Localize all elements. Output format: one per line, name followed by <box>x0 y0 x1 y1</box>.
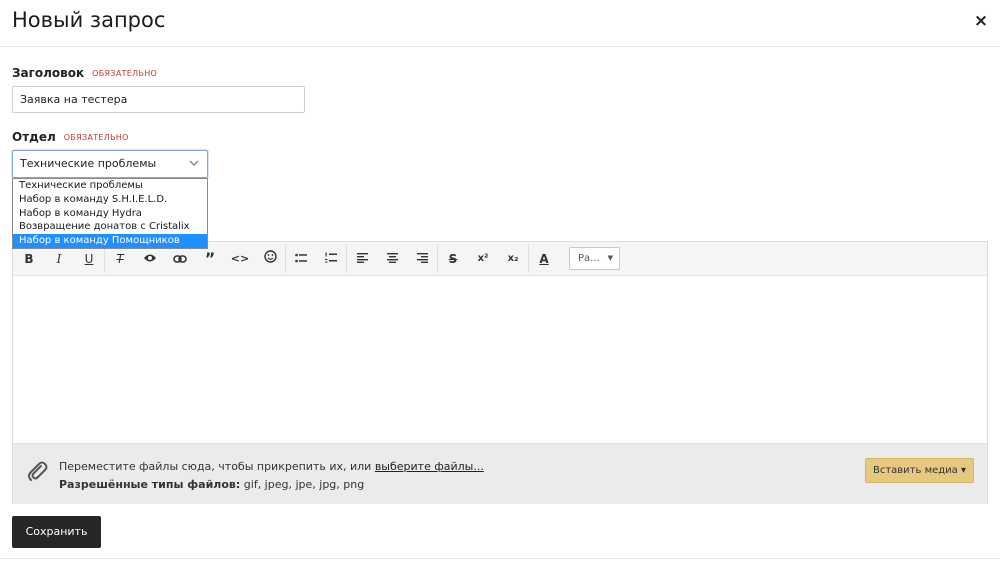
italic-button[interactable]: I <box>48 248 70 270</box>
numbered-list-icon[interactable] <box>320 248 342 270</box>
allowed-types: Разрешённые типы файлов: gif, jpeg, jpe,… <box>59 478 364 491</box>
title-label-text: Заголовок <box>12 66 85 80</box>
align-left-icon[interactable] <box>351 248 373 270</box>
eye-icon[interactable] <box>139 248 161 270</box>
allowed-types-label: Разрешённые типы файлов: <box>59 478 241 491</box>
toolbar-divider <box>104 245 105 273</box>
bold-button[interactable]: B <box>18 248 40 270</box>
dropdown-option[interactable]: Технические проблемы <box>13 179 207 193</box>
dropzone-text: Переместите файлы сюда, чтобы прикрепить… <box>59 460 375 473</box>
dropdown-option-highlighted[interactable]: Набор в команду Помощников <box>13 234 207 248</box>
bullet-list-icon[interactable] <box>290 248 312 270</box>
superscript-button[interactable]: x² <box>472 248 494 270</box>
title-input[interactable]: Заявка на тестера <box>12 86 305 113</box>
save-button[interactable]: Сохранить <box>12 516 101 548</box>
caret-down-icon: ▼ <box>607 254 613 262</box>
clear-format-icon: T <box>116 252 124 266</box>
department-select-value: Технические проблемы <box>20 157 157 170</box>
dropdown-option[interactable]: Набор в команду S.H.I.E.L.D. <box>13 193 207 207</box>
text-color-button[interactable]: A <box>533 248 555 270</box>
quote-button[interactable]: ” <box>199 248 221 270</box>
attachment-dropzone[interactable]: Переместите файлы сюда, чтобы прикрепить… <box>13 443 987 504</box>
toolbar-divider <box>437 245 438 273</box>
dropzone-instructions: Переместите файлы сюда, чтобы прикрепить… <box>59 460 484 473</box>
font-size-select-value: Ра... <box>578 253 600 264</box>
required-badge: ОБЯЗАТЕЛЬНО <box>92 69 158 78</box>
department-label-text: Отдел <box>12 130 56 144</box>
strikethrough-button[interactable]: S <box>442 248 464 270</box>
paperclip-icon <box>25 458 49 482</box>
underline-button[interactable]: U <box>78 248 100 270</box>
department-select[interactable]: Технические проблемы <box>12 150 208 178</box>
dropdown-option[interactable]: Набор в команду Hydra <box>13 207 207 221</box>
dropdown-option[interactable]: Возвращение донатов с Cristalix <box>13 220 207 234</box>
message-editor: B I U T ” <> S x² x₂ A Ра... ▼ Перемести… <box>12 241 988 504</box>
font-size-select[interactable]: Ра... ▼ <box>569 247 620 270</box>
code-button[interactable]: <> <box>229 248 251 270</box>
required-badge: ОБЯЗАТЕЛЬНО <box>63 133 129 142</box>
close-icon[interactable]: × <box>970 10 992 32</box>
toolbar-divider <box>528 245 529 273</box>
department-dropdown: Технические проблемы Набор в команду S.H… <box>12 178 208 249</box>
choose-files-link[interactable]: выберите файлы... <box>375 460 484 473</box>
toolbar-divider <box>285 245 286 273</box>
link-icon[interactable] <box>169 248 191 270</box>
modal-title: Новый запрос <box>12 8 166 32</box>
align-right-icon[interactable] <box>411 248 433 270</box>
footer-divider <box>0 558 1000 559</box>
allowed-types-value: gif, jpeg, jpe, jpg, png <box>240 478 365 491</box>
title-field-label: Заголовок ОБЯЗАТЕЛЬНО <box>12 66 157 80</box>
smile-icon[interactable] <box>259 248 281 270</box>
align-center-icon[interactable] <box>381 248 403 270</box>
insert-media-button[interactable]: Вставить медиа ▾ <box>865 458 974 483</box>
department-field-label: Отдел ОБЯЗАТЕЛЬНО <box>12 130 129 144</box>
subscript-button[interactable]: x₂ <box>502 248 524 270</box>
header-divider <box>0 46 1000 47</box>
toolbar-divider <box>346 245 347 273</box>
clear-format-button[interactable]: T <box>109 248 131 270</box>
chevron-down-icon <box>189 151 199 177</box>
